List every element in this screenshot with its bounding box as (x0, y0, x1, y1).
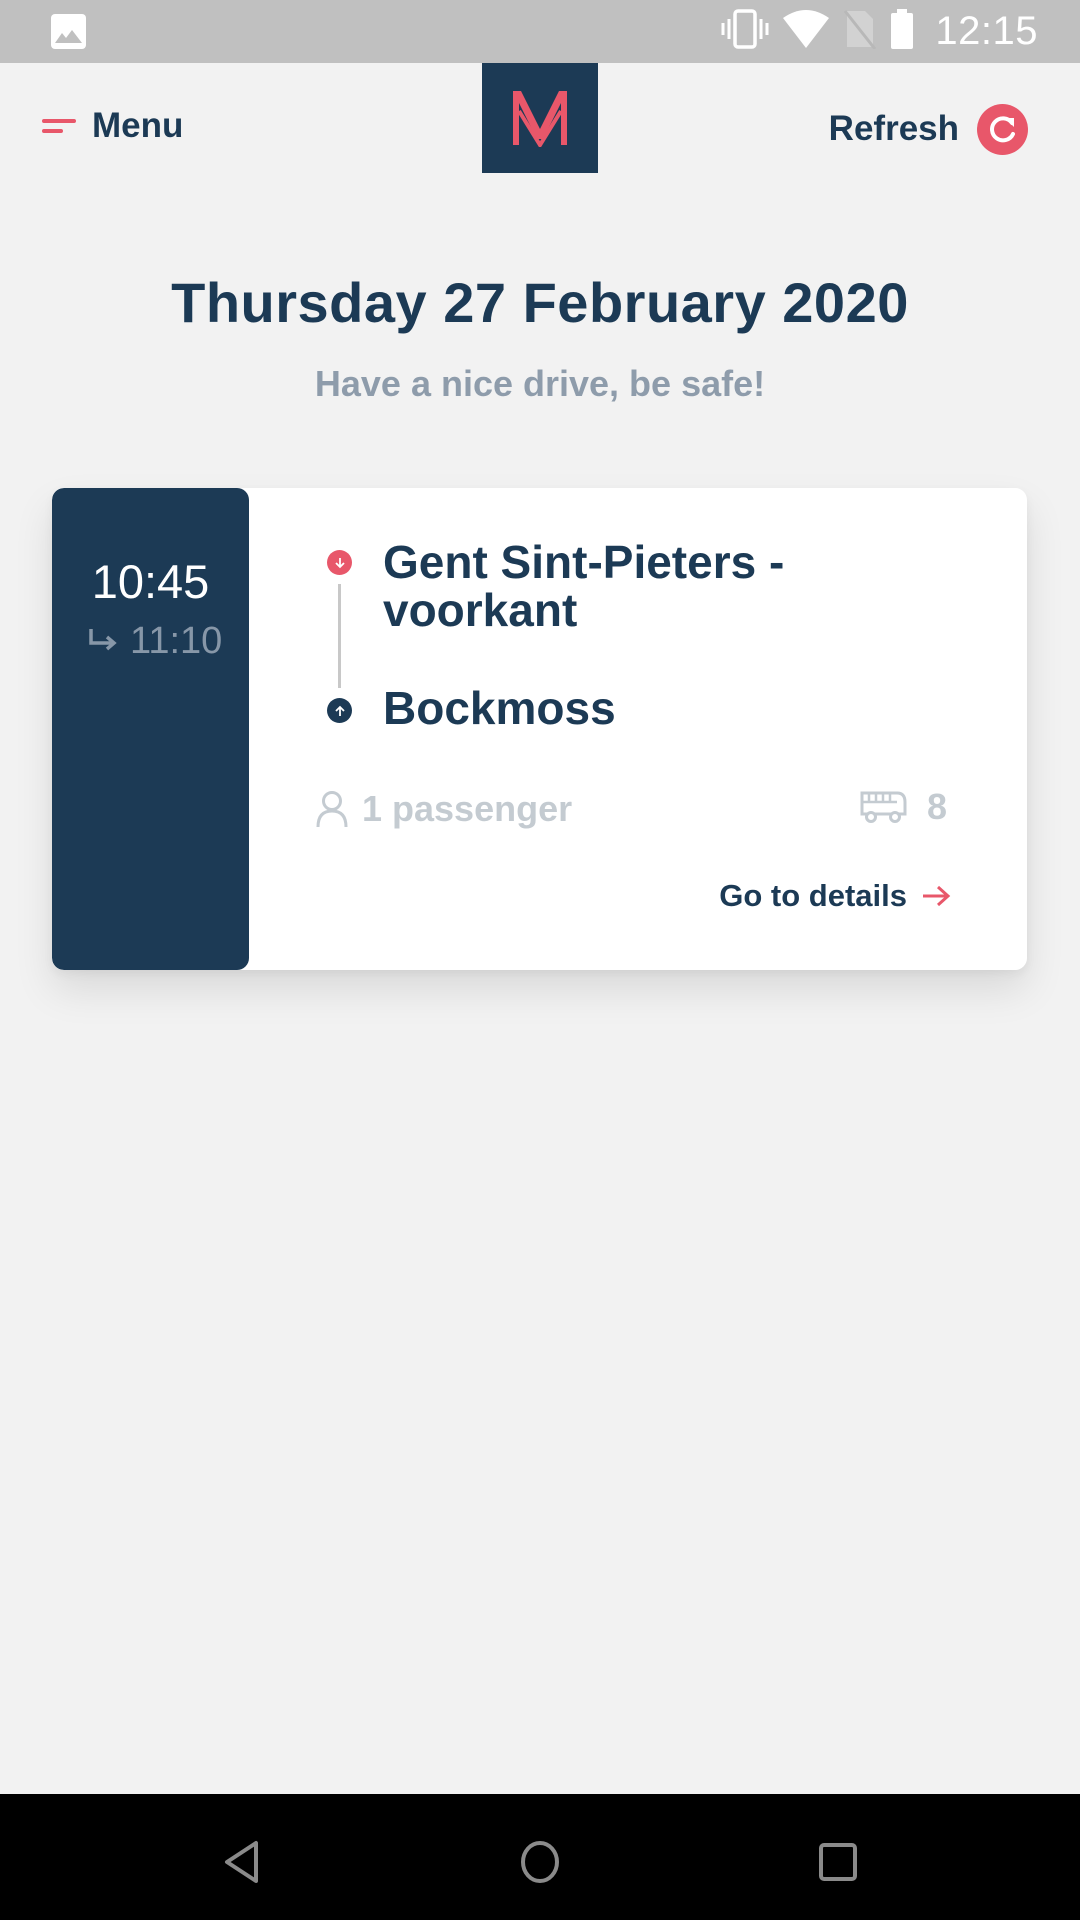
navigation-bar (0, 1794, 1080, 1920)
pickup-arrow-icon (327, 698, 352, 723)
arrow-right-icon (923, 885, 951, 907)
passenger-count: 1 passenger (316, 788, 572, 830)
end-time-row: 11:10 (88, 620, 222, 663)
ride-card[interactable]: 10:45 11:10 Gent Sint-Pieters - voorkant… (52, 488, 1027, 970)
go-to-details-link[interactable]: Go to details (719, 878, 951, 914)
app-logo (482, 63, 598, 173)
refresh-icon (977, 103, 1028, 155)
person-icon (316, 791, 348, 828)
menu-label: Menu (92, 106, 184, 145)
end-time: 11:10 (130, 620, 223, 662)
home-button[interactable] (510, 1832, 570, 1892)
back-button[interactable] (212, 1832, 272, 1892)
page-subtitle: Have a nice drive, be safe! (314, 363, 766, 404)
vehicle-number-value: 8 (926, 786, 947, 827)
status-icons: 12:15 (721, 0, 1038, 63)
return-arrow-icon (88, 620, 118, 663)
dropoff-arrow-icon (327, 550, 352, 575)
destination-stop: Bockmoss (383, 682, 616, 734)
back-icon (225, 1841, 258, 1883)
details-label: Go to details (719, 878, 907, 913)
menu-icon (42, 116, 76, 136)
time-panel: 10:45 11:10 (52, 488, 249, 970)
vibrate-icon (721, 9, 769, 54)
gallery-icon (51, 14, 86, 49)
status-bar: 12:15 (0, 0, 1080, 63)
refresh-button[interactable]: Refresh (829, 102, 1028, 156)
recent-apps-icon (819, 1843, 857, 1881)
recent-apps-button[interactable] (808, 1832, 868, 1892)
vehicle-number: 8 (859, 786, 947, 828)
passenger-label: 1 passenger (362, 788, 573, 829)
status-time: 12:15 (935, 9, 1038, 53)
bus-icon (860, 791, 907, 823)
start-time: 10:45 (91, 555, 210, 608)
no-sim-icon (843, 9, 877, 54)
menu-button[interactable]: Menu (42, 104, 183, 148)
home-icon (521, 1841, 559, 1883)
wifi-icon (783, 10, 830, 53)
refresh-label: Refresh (828, 109, 959, 148)
route-line (338, 584, 341, 688)
page-title: Thursday 27 February 2020 (171, 271, 909, 334)
logo-m-icon (513, 91, 567, 147)
battery-icon (891, 9, 914, 54)
origin-stop: Gent Sint-Pieters - voorkant (383, 536, 785, 636)
